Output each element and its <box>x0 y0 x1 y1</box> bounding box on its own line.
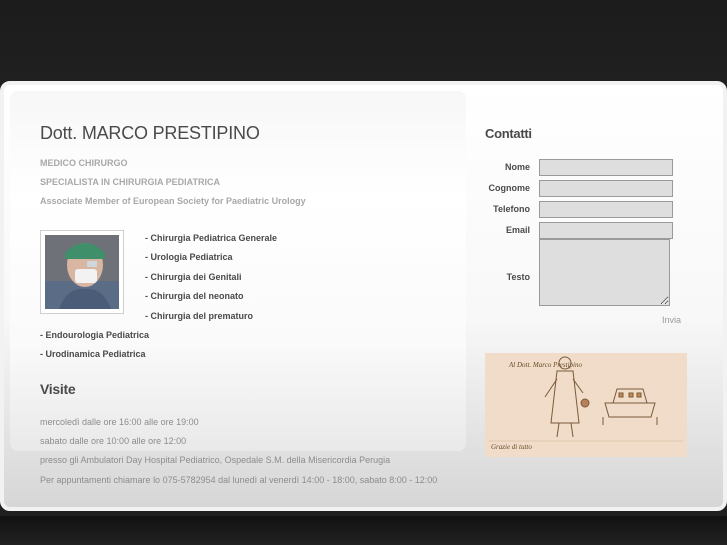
specialty-item: - Urologia Pediatrica <box>145 252 233 262</box>
email-field[interactable] <box>539 222 673 239</box>
specialty-item: - Chirurgia del prematuro <box>145 311 254 321</box>
visit-line: Per appuntamenti chiamare lo 075-5782954… <box>40 475 438 485</box>
message-textarea[interactable] <box>539 239 670 306</box>
specialty-item: - Chirurgia dei Genitali <box>145 272 242 282</box>
specialty-item: - Urodinamica Pediatrica <box>40 349 146 359</box>
text-label: Testo <box>506 272 530 282</box>
bottom-strip <box>0 516 727 545</box>
submit-link[interactable]: Invia <box>662 315 681 325</box>
doctor-photo-frame <box>40 230 124 314</box>
specialty-item: - Endourologia Pediatrica <box>40 330 150 340</box>
visit-line: presso gli Ambulatori Day Hospital Pedia… <box>40 455 391 465</box>
child-drawing-image: Al Dott. Marco Prestipino Grazie di tutt… <box>485 353 687 457</box>
name-label: Nome <box>504 162 530 172</box>
name-field[interactable] <box>539 159 673 176</box>
specialty-subtitle: SPECIALISTA IN CHIRURGIA PEDIATRICA <box>40 177 221 187</box>
membership-subtitle: Associate Member of European Society for… <box>40 196 306 206</box>
phone-field[interactable] <box>539 201 673 218</box>
visit-line: mercoledì dalle ore 16:00 alle ore 19:00 <box>40 417 199 427</box>
doctor-photo <box>45 235 119 309</box>
page-title: Dott. MARCO PRESTIPINO <box>40 123 260 143</box>
specialty-item: - Chirurgia Pediatrica Generale <box>145 233 278 243</box>
phone-label: Telefono <box>493 204 530 214</box>
specialty-item: - Chirurgia del neonato <box>145 291 244 301</box>
content-card: Dott. MARCO PRESTIPINO MEDICO CHIRURGO S… <box>0 81 727 511</box>
contact-heading: Contatti <box>485 126 532 141</box>
surname-label: Cognome <box>488 183 531 193</box>
drawing-caption-bottom: Grazie di tutto <box>491 443 532 451</box>
visits-heading: Visite <box>40 381 76 397</box>
role-subtitle: MEDICO CHIRURGO <box>40 158 128 168</box>
surname-field[interactable] <box>539 180 673 197</box>
visit-line: sabato dalle ore 10:00 alle ore 12:00 <box>40 436 187 446</box>
email-label: Email <box>505 225 530 235</box>
